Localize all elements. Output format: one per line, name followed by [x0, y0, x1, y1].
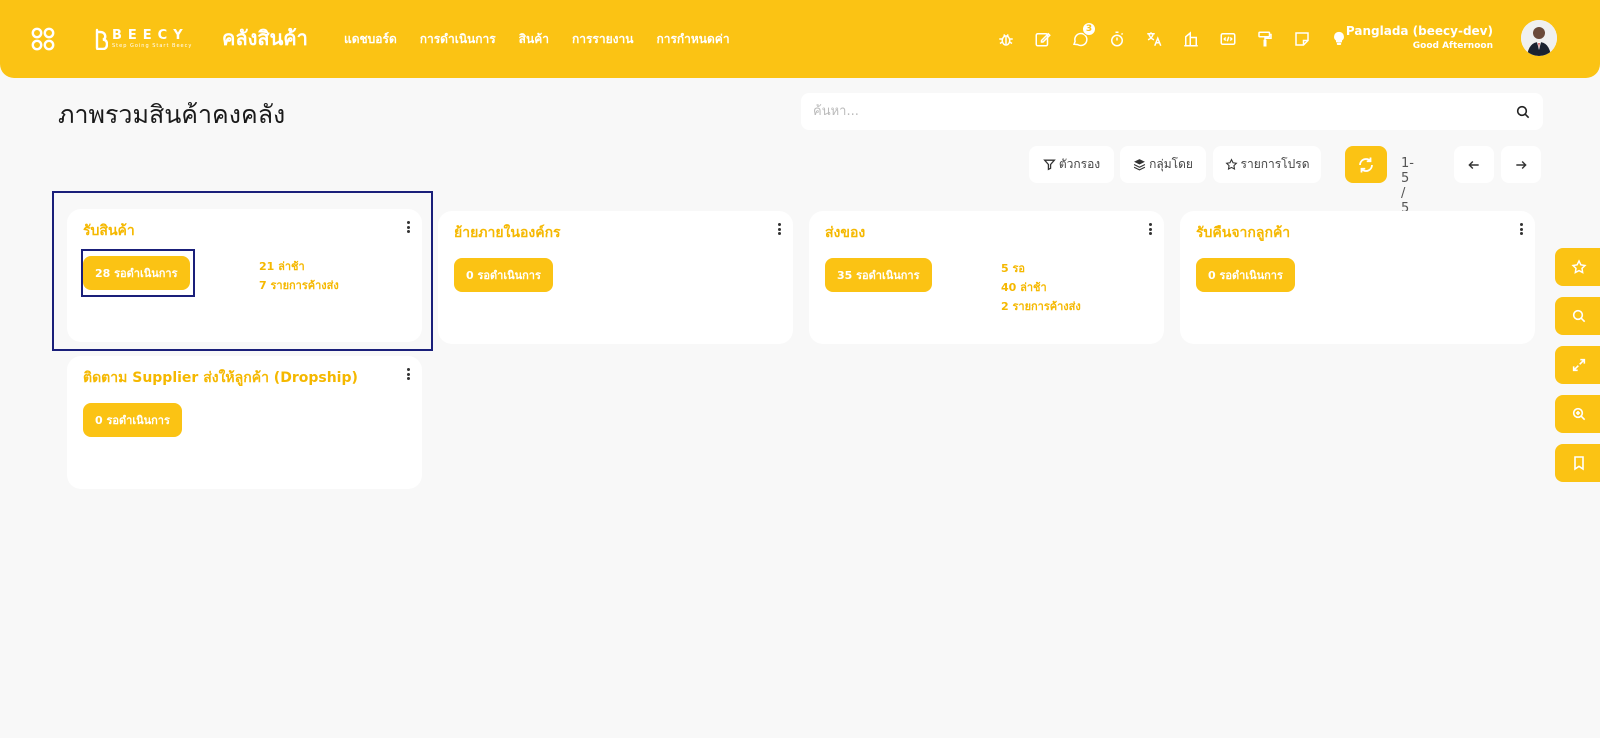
card-title[interactable]: ติดตาม Supplier ส่งให้ลูกค้า (Dropship)	[83, 367, 358, 389]
card-stats: 5 รอ 40 ล่าช้า 2 รายการค้างส่ง	[1001, 259, 1081, 316]
card-title[interactable]: รับสินค้า	[83, 220, 135, 242]
avatar[interactable]	[1521, 20, 1557, 56]
group-by-label: กลุ่มโดย	[1149, 157, 1193, 171]
user-name: Panglada (beecy-dev)	[1345, 24, 1493, 38]
card-customer-returns[interactable]: รับคืนจากลูกค้า 0 รอดำเนินการ	[1180, 211, 1535, 344]
nav-operations[interactable]: การดำเนินการ	[420, 30, 496, 49]
refresh-icon	[1359, 157, 1373, 172]
timer-icon[interactable]	[1105, 27, 1129, 51]
card-stats: 21 ล่าช้า 7 รายการค้างส่ง	[259, 257, 339, 295]
nav-products[interactable]: สินค้า	[519, 30, 549, 49]
greeting: Good Afternoon	[1412, 41, 1493, 51]
arrow-left-icon	[1468, 160, 1479, 169]
stat-late[interactable]: 40 ล่าช้า	[1001, 278, 1081, 297]
pending-button[interactable]: 0 รอดำเนินการ	[454, 258, 553, 292]
pending-button[interactable]: 28 รอดำเนินการ	[83, 256, 190, 290]
star-icon	[1224, 158, 1238, 170]
user-info[interactable]: Panglada (beecy-dev) Good Afternoon	[1346, 24, 1493, 51]
side-zoom-button[interactable]	[1555, 395, 1600, 433]
card-internal-transfer[interactable]: ย้ายภายในองค์กร 0 รอดำเนินการ	[438, 211, 793, 344]
layers-icon	[1133, 159, 1146, 171]
arrow-right-icon	[1516, 160, 1527, 169]
filter-label: ตัวกรอง	[1058, 157, 1101, 171]
favorites-button[interactable]: รายการโปรด	[1213, 146, 1321, 183]
kebab-menu-icon[interactable]	[1517, 221, 1525, 237]
stat-waiting[interactable]: 5 รอ	[1001, 259, 1081, 278]
apps-icon[interactable]	[31, 27, 55, 51]
stat-backorder[interactable]: 7 รายการค้างส่ง	[259, 276, 339, 295]
filter-icon	[1043, 159, 1056, 171]
header-toolbar: 3	[994, 22, 1364, 51]
prev-page-button[interactable]	[1454, 146, 1494, 183]
top-bar: BEECY Step Going Start Beecy คลังสินค้า …	[0, 0, 1600, 78]
card-dropship[interactable]: ติดตาม Supplier ส่งให้ลูกค้า (Dropship) …	[67, 356, 422, 489]
zoom-in-icon	[1572, 407, 1586, 421]
page-title: ภาพรวมสินค้าคงคลัง	[58, 100, 286, 129]
logo-word: BEECY	[112, 28, 189, 43]
logo-tagline: Step Going Start Beecy	[112, 43, 193, 49]
app-title[interactable]: คลังสินค้า	[222, 22, 308, 54]
paint-roller-icon[interactable]	[1253, 27, 1277, 51]
side-favorite-button[interactable]	[1555, 248, 1600, 286]
chat-badge: 3	[1082, 22, 1096, 36]
search-icon[interactable]	[1515, 104, 1531, 120]
kebab-menu-icon[interactable]	[404, 219, 412, 235]
sticky-note-icon[interactable]	[1290, 27, 1314, 51]
kebab-menu-icon[interactable]	[1146, 221, 1154, 237]
group-by-button[interactable]: กลุ่มโดย	[1120, 146, 1206, 183]
nav-dashboard[interactable]: แดชบอร์ด	[344, 30, 397, 49]
pending-button[interactable]: 0 รอดำเนินการ	[1196, 258, 1295, 292]
card-title[interactable]: รับคืนจากลูกค้า	[1196, 222, 1290, 244]
pager-range: 1-5 / 5	[1401, 156, 1414, 216]
stat-late[interactable]: 21 ล่าช้า	[259, 257, 339, 276]
pending-button[interactable]: 35 รอดำเนินการ	[825, 258, 932, 292]
search-icon	[1572, 309, 1586, 323]
nav-configuration[interactable]: การกำหนดค่า	[656, 30, 729, 49]
stat-backorder[interactable]: 2 รายการค้างส่ง	[1001, 297, 1081, 316]
main-nav: แดชบอร์ด การดำเนินการ สินค้า การรายงาน ก…	[344, 30, 753, 49]
star-icon	[1571, 259, 1587, 274]
kebab-menu-icon[interactable]	[404, 366, 412, 382]
chat-icon[interactable]: 3	[1068, 22, 1096, 51]
nav-reporting[interactable]: การรายงาน	[572, 30, 633, 49]
bug-icon[interactable]	[994, 27, 1018, 51]
favorites-label: รายการโปรด	[1240, 157, 1310, 171]
code-icon[interactable]	[1216, 27, 1240, 51]
beecy-logo[interactable]: BEECY Step Going Start Beecy	[94, 25, 192, 53]
card-receipts[interactable]: รับสินค้า 28 รอดำเนินการ 21 ล่าช้า 7 ราย…	[67, 209, 422, 342]
card-title[interactable]: ส่งของ	[825, 222, 865, 244]
filter-button[interactable]: ตัวกรอง	[1029, 146, 1114, 183]
translate-icon[interactable]	[1142, 27, 1166, 51]
side-search-button[interactable]	[1555, 297, 1600, 335]
card-delivery[interactable]: ส่งของ 35 รอดำเนินการ 5 รอ 40 ล่าช้า 2 ร…	[809, 211, 1164, 344]
side-expand-button[interactable]	[1555, 346, 1600, 384]
search-bar	[801, 93, 1543, 130]
edit-icon[interactable]	[1031, 27, 1055, 51]
card-title[interactable]: ย้ายภายในองค์กร	[454, 222, 561, 244]
search-input[interactable]	[813, 104, 1515, 119]
kebab-menu-icon[interactable]	[775, 221, 783, 237]
side-bookmark-button[interactable]	[1555, 444, 1600, 482]
refresh-button[interactable]	[1345, 146, 1387, 183]
company-icon[interactable]	[1179, 27, 1203, 51]
next-page-button[interactable]	[1501, 146, 1541, 183]
bookmark-icon	[1574, 456, 1584, 471]
expand-icon	[1572, 358, 1586, 372]
beecy-logo-mark-icon	[95, 28, 108, 50]
pending-button[interactable]: 0 รอดำเนินการ	[83, 403, 182, 437]
